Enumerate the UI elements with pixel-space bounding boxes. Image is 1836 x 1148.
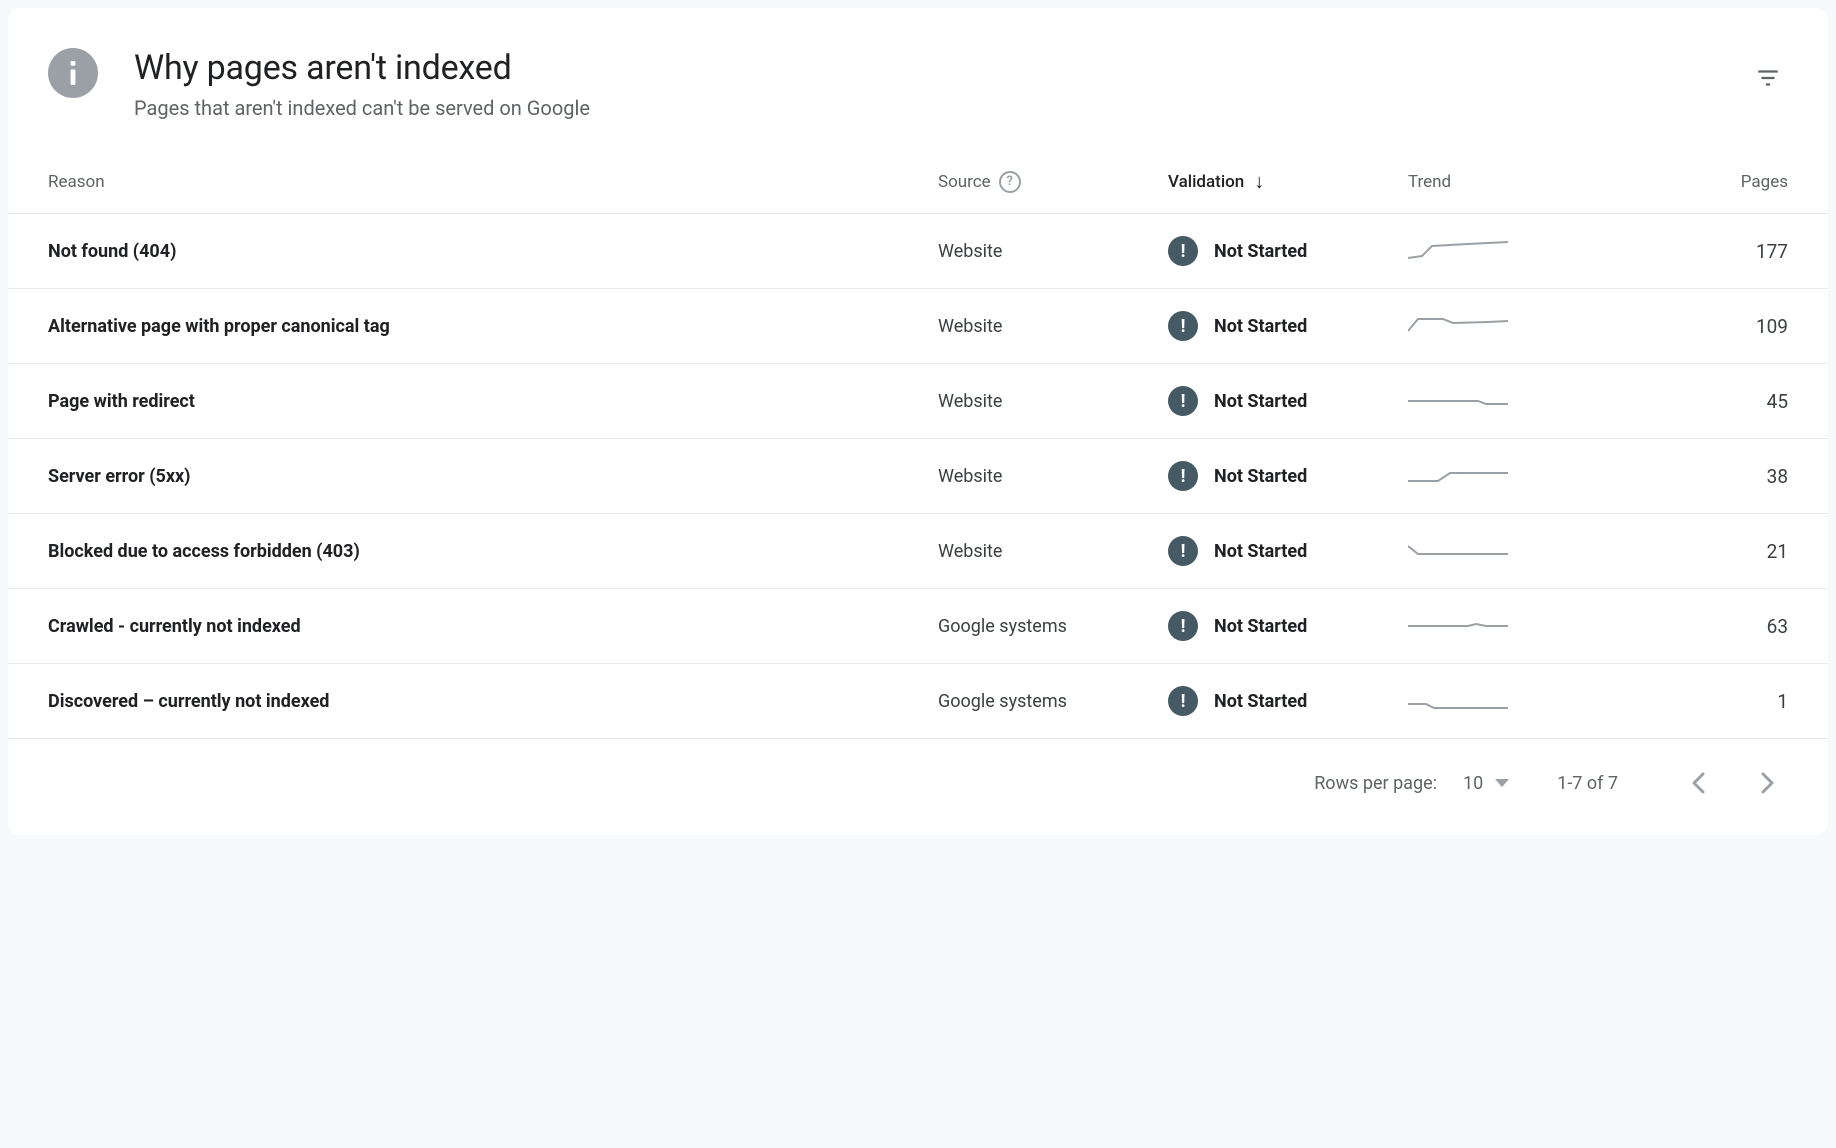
cell-pages: 63 <box>1608 615 1788 638</box>
validation-status: Not Started <box>1214 616 1307 637</box>
col-validation-label: Validation <box>1168 172 1244 192</box>
cell-validation: ! Not Started <box>1168 536 1408 566</box>
table-row[interactable]: Discovered – currently not indexed Googl… <box>8 664 1828 739</box>
cell-source: Website <box>938 541 1168 562</box>
table-row[interactable]: Not found (404) Website ! Not Started 17… <box>8 214 1828 289</box>
cell-trend <box>1408 536 1608 566</box>
cell-validation: ! Not Started <box>1168 236 1408 266</box>
cell-pages: 21 <box>1608 540 1788 563</box>
cell-reason: Alternative page with proper canonical t… <box>48 316 938 337</box>
col-source[interactable]: Source ? <box>938 171 1168 193</box>
col-trend[interactable]: Trend <box>1408 172 1608 192</box>
cell-source: Website <box>938 316 1168 337</box>
validation-status: Not Started <box>1214 541 1307 562</box>
validation-status: Not Started <box>1214 241 1307 262</box>
sparkline <box>1408 386 1508 416</box>
cell-reason: Blocked due to access forbidden (403) <box>48 541 938 562</box>
table-body: Not found (404) Website ! Not Started 17… <box>8 214 1828 739</box>
table-row[interactable]: Crawled - currently not indexed Google s… <box>8 589 1828 664</box>
cell-trend <box>1408 311 1608 341</box>
validation-status: Not Started <box>1214 691 1307 712</box>
page-title: Why pages aren't indexed <box>134 48 1748 88</box>
cell-validation: ! Not Started <box>1168 611 1408 641</box>
cell-reason: Crawled - currently not indexed <box>48 616 938 637</box>
filter-icon <box>1755 65 1781 91</box>
table-row[interactable]: Server error (5xx) Website ! Not Started… <box>8 439 1828 514</box>
filter-button[interactable] <box>1748 58 1788 98</box>
cell-source: Google systems <box>938 691 1168 712</box>
exclamation-icon: ! <box>1168 311 1198 341</box>
next-page-button[interactable] <box>1748 763 1788 803</box>
cell-validation: ! Not Started <box>1168 461 1408 491</box>
cell-pages: 45 <box>1608 390 1788 413</box>
cell-source: Google systems <box>938 616 1168 637</box>
prev-page-button[interactable] <box>1678 763 1718 803</box>
table-row[interactable]: Alternative page with proper canonical t… <box>8 289 1828 364</box>
cell-pages: 109 <box>1608 315 1788 338</box>
validation-status: Not Started <box>1214 316 1307 337</box>
pagination-range: 1-7 of 7 <box>1557 773 1618 794</box>
col-reason[interactable]: Reason <box>48 172 938 192</box>
rows-per-page-select[interactable]: 10 <box>1455 769 1517 798</box>
table-row[interactable]: Blocked due to access forbidden (403) We… <box>8 514 1828 589</box>
cell-trend <box>1408 686 1608 716</box>
dropdown-icon <box>1495 779 1509 787</box>
cell-source: Website <box>938 466 1168 487</box>
sort-descending-icon: ↓ <box>1254 169 1264 194</box>
table-footer: Rows per page: 10 1-7 of 7 <box>8 739 1828 835</box>
info-icon <box>48 48 98 98</box>
cell-trend <box>1408 461 1608 491</box>
sparkline <box>1408 611 1508 641</box>
exclamation-icon: ! <box>1168 611 1198 641</box>
reasons-table: Reason Source ? Validation ↓ Trend Pages… <box>8 150 1828 739</box>
exclamation-icon: ! <box>1168 686 1198 716</box>
validation-status: Not Started <box>1214 391 1307 412</box>
help-icon[interactable]: ? <box>999 171 1021 193</box>
title-block: Why pages aren't indexed Pages that aren… <box>134 48 1748 120</box>
col-validation[interactable]: Validation ↓ <box>1168 169 1408 194</box>
cell-trend <box>1408 236 1608 266</box>
sparkline <box>1408 686 1508 716</box>
rows-per-page-value: 10 <box>1463 773 1483 794</box>
sparkline <box>1408 536 1508 566</box>
cell-trend <box>1408 611 1608 641</box>
cell-pages: 177 <box>1608 240 1788 263</box>
cell-reason: Server error (5xx) <box>48 466 938 487</box>
pager <box>1678 763 1788 803</box>
indexing-card: Why pages aren't indexed Pages that aren… <box>8 8 1828 835</box>
col-pages[interactable]: Pages <box>1608 172 1788 192</box>
cell-validation: ! Not Started <box>1168 686 1408 716</box>
cell-validation: ! Not Started <box>1168 311 1408 341</box>
exclamation-icon: ! <box>1168 536 1198 566</box>
cell-source: Website <box>938 241 1168 262</box>
chevron-right-icon <box>1761 772 1775 794</box>
cell-pages: 38 <box>1608 465 1788 488</box>
chevron-left-icon <box>1691 772 1705 794</box>
cell-reason: Page with redirect <box>48 391 938 412</box>
exclamation-icon: ! <box>1168 386 1198 416</box>
validation-status: Not Started <box>1214 466 1307 487</box>
sparkline <box>1408 311 1508 341</box>
table-header: Reason Source ? Validation ↓ Trend Pages <box>8 150 1828 214</box>
cell-reason: Not found (404) <box>48 241 938 262</box>
cell-trend <box>1408 386 1608 416</box>
rows-per-page-label: Rows per page: <box>1314 773 1437 794</box>
sparkline <box>1408 236 1508 266</box>
cell-reason: Discovered – currently not indexed <box>48 691 938 712</box>
exclamation-icon: ! <box>1168 236 1198 266</box>
cell-source: Website <box>938 391 1168 412</box>
card-header: Why pages aren't indexed Pages that aren… <box>8 8 1828 150</box>
table-row[interactable]: Page with redirect Website ! Not Started… <box>8 364 1828 439</box>
exclamation-icon: ! <box>1168 461 1198 491</box>
cell-validation: ! Not Started <box>1168 386 1408 416</box>
sparkline <box>1408 461 1508 491</box>
page-subtitle: Pages that aren't indexed can't be serve… <box>134 96 1748 120</box>
rows-per-page: Rows per page: 10 <box>1314 769 1517 798</box>
col-source-label: Source <box>938 172 991 192</box>
cell-pages: 1 <box>1608 690 1788 713</box>
